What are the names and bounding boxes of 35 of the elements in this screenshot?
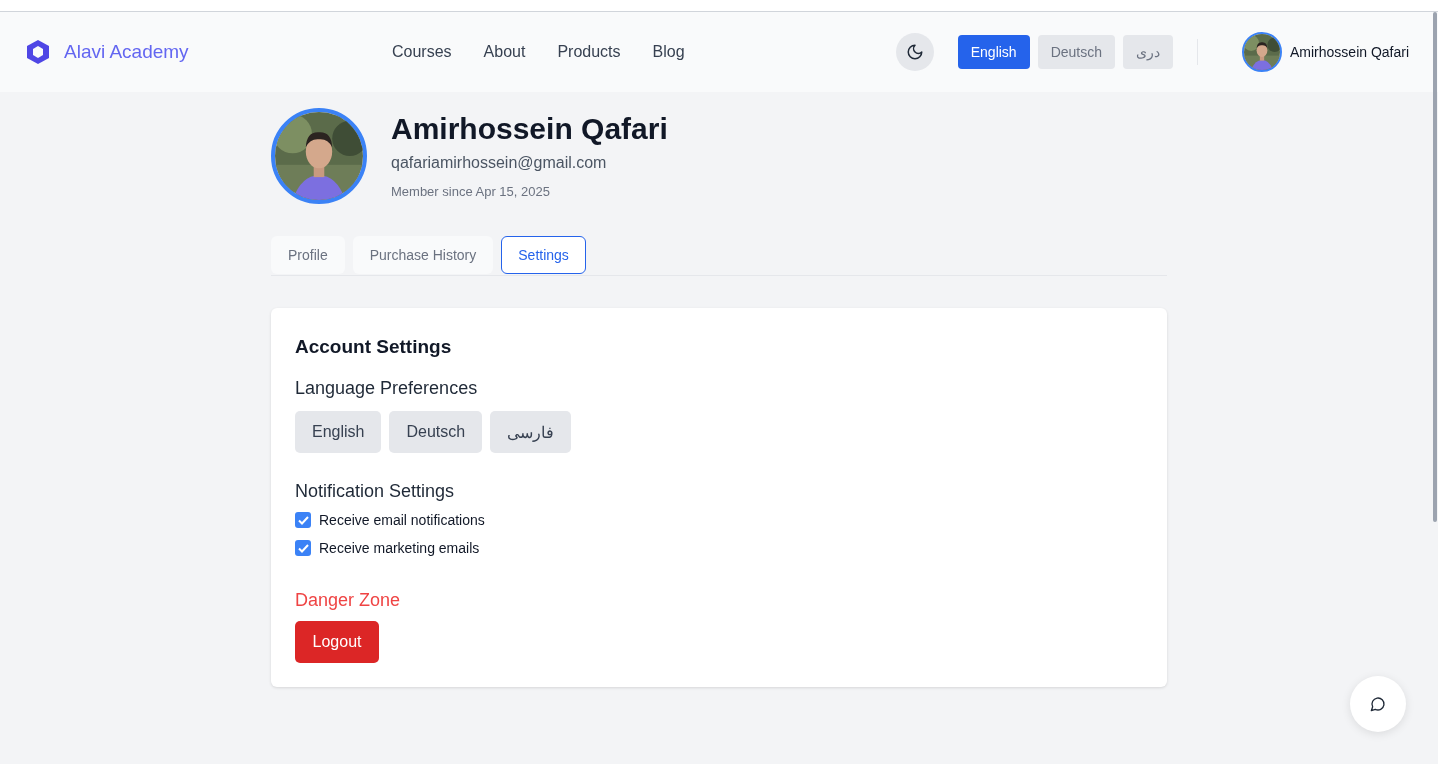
tab[interactable]: Settings (501, 236, 586, 274)
nav-link[interactable]: Courses (392, 43, 452, 61)
section-heading: Language Preferences (295, 378, 479, 399)
logout-button[interactable]: Logout (295, 621, 379, 663)
hexagon-logo-icon (26, 39, 50, 65)
checkbox-label: Receive email notifications (319, 512, 485, 528)
tab[interactable]: Purchase History (352, 236, 494, 274)
danger-heading: Danger Zone (295, 590, 402, 611)
chat-bubble-icon (1370, 696, 1386, 712)
moon-icon (905, 43, 924, 61)
nav-link[interactable]: Blog (652, 43, 685, 61)
chat-button[interactable] (1350, 676, 1406, 732)
brand-name: Alavi Academy (64, 41, 189, 63)
language-button[interactable]: Deutsch (389, 411, 483, 453)
language-button[interactable]: English (295, 411, 382, 453)
language-button[interactable]: دری (1123, 35, 1173, 69)
check-icon (297, 543, 309, 553)
user-avatar[interactable] (1242, 32, 1282, 72)
tab[interactable]: Profile (271, 236, 345, 274)
user-name[interactable]: Amirhossein Qafari (1290, 44, 1410, 60)
profile-email: qafariamirhossein@gmail.com (391, 154, 608, 172)
language-button[interactable]: Deutsch (1037, 35, 1115, 69)
card-title: Account Settings (295, 336, 453, 358)
theme-toggle-button[interactable] (895, 33, 934, 71)
member-since: Member since Apr 15, 2025 (391, 184, 551, 199)
language-button[interactable]: English (957, 35, 1030, 69)
checkbox[interactable] (295, 512, 311, 528)
checkbox-label: Receive marketing emails (319, 540, 480, 556)
nav-link[interactable]: Products (557, 43, 621, 61)
nav-link[interactable]: About (483, 43, 526, 61)
language-button[interactable]: فارسی (490, 411, 572, 453)
check-icon (297, 515, 309, 525)
section-heading: Notification Settings (295, 481, 456, 502)
checkbox[interactable] (295, 540, 311, 556)
profile-name: Amirhossein Qafari (391, 112, 668, 146)
